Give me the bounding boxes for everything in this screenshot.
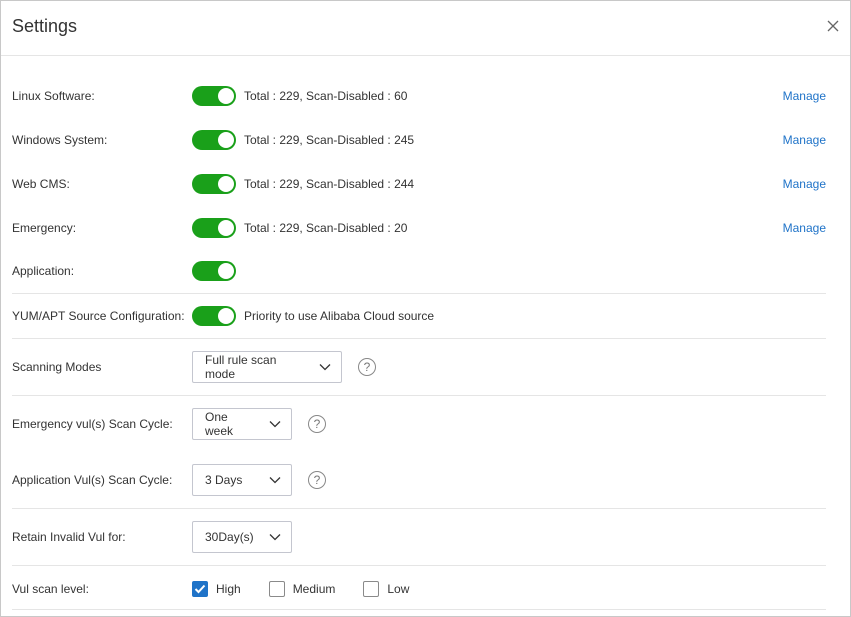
scan-level-medium-label: Medium [292,582,336,596]
application-cycle-select[interactable]: 3 Days [192,464,292,496]
retain-invalid-value: 30Day(s) [205,530,254,544]
scan-level-high-label: High [216,582,241,596]
scan-level-high-checkbox[interactable] [192,581,208,597]
emergency-cycle-value: One week [205,410,234,438]
row-application: Application: [12,260,826,282]
windows-system-manage-link[interactable]: Manage [783,133,826,147]
windows-system-label: Windows System: [12,133,108,147]
application-cycle-help-icon[interactable]: ? [308,471,326,489]
scan-level-high-option[interactable]: High [192,581,241,597]
settings-dialog: Settings Linux Software: Total : 229, Sc… [0,0,851,617]
scan-level-low-label: Low [387,582,410,596]
yum-apt-info: Priority to use Alibaba Cloud source [244,309,435,323]
application-label: Application: [12,264,75,278]
web-cms-control: Total : 229, Scan-Disabled : 244 [192,174,414,194]
linux-software-info: Total : 229, Scan-Disabled : 60 [244,89,408,103]
chevron-down-icon [269,533,281,541]
dialog-header: Settings [1,1,850,56]
scan-level-low-checkbox[interactable] [363,581,380,597]
divider [12,609,826,610]
row-application-cycle: Application Vul(s) Scan Cycle: 3 Days ? [12,464,826,496]
close-button[interactable] [824,17,842,35]
switch-knob [218,308,234,324]
application-control [192,261,236,281]
web-cms-switch[interactable] [192,174,236,194]
switch-knob [218,263,234,279]
application-cycle-value: 3 Days [205,473,243,487]
scanning-modes-control: Full rule scan mode ? [192,351,376,383]
linux-software-label: Linux Software: [12,89,95,103]
scanning-modes-label: Scanning Modes [12,360,102,374]
scanning-modes-value: Full rule scan mode [205,353,277,381]
row-emergency-cycle: Emergency vul(s) Scan Cycle: One week ? [12,408,826,440]
scanning-modes-help-icon[interactable]: ? [358,358,376,376]
emergency-info: Total : 229, Scan-Disabled : 20 [244,221,408,235]
row-retain-invalid: Retain Invalid Vul for: 30Day(s) [12,521,826,553]
application-switch[interactable] [192,261,236,281]
linux-software-switch[interactable] [192,86,236,106]
windows-system-info: Total : 229, Scan-Disabled : 245 [244,133,415,147]
web-cms-info: Total : 229, Scan-Disabled : 244 [244,177,415,191]
row-linux-software: Linux Software: Total : 229, Scan-Disabl… [12,85,826,107]
windows-system-switch[interactable] [192,130,236,150]
row-web-cms: Web CMS: Total : 229, Scan-Disabled : 24… [12,173,826,195]
close-icon [827,20,839,32]
scan-level-label: Vul scan level: [12,582,89,596]
scan-level-options: High Medium Low [192,581,437,597]
retain-invalid-label: Retain Invalid Vul for: [12,530,126,544]
checkmark-icon [194,584,206,594]
chevron-down-icon [269,476,281,484]
divider [12,293,826,294]
scan-level-medium-option[interactable]: Medium [268,581,336,597]
emergency-label: Emergency: [12,221,77,235]
windows-system-control: Total : 229, Scan-Disabled : 245 [192,130,414,150]
dialog-title: Settings [12,16,78,36]
linux-software-control: Total : 229, Scan-Disabled : 60 [192,86,407,106]
application-cycle-control: 3 Days ? [192,464,326,496]
emergency-control: Total : 229, Scan-Disabled : 20 [192,218,407,238]
divider [12,508,826,509]
yum-apt-switch[interactable] [192,306,236,326]
row-emergency: Emergency: Total : 229, Scan-Disabled : … [12,217,826,239]
scanning-modes-select[interactable]: Full rule scan mode [192,351,342,383]
row-scan-level: Vul scan level: High Medium Low [12,578,826,600]
yum-apt-label: YUM/APT Source Configuration: [12,309,185,323]
divider [12,395,826,396]
chevron-down-icon [269,420,281,428]
row-windows-system: Windows System: Total : 229, Scan-Disabl… [12,129,826,151]
emergency-manage-link[interactable]: Manage [783,221,826,235]
emergency-cycle-label: Emergency vul(s) Scan Cycle: [12,417,173,431]
divider [12,338,826,339]
row-scanning-modes: Scanning Modes Full rule scan mode ? [12,351,826,383]
emergency-cycle-select[interactable]: One week [192,408,292,440]
switch-knob [218,132,234,148]
switch-knob [218,220,234,236]
web-cms-label: Web CMS: [12,177,70,191]
emergency-cycle-help-icon[interactable]: ? [308,415,326,433]
emergency-switch[interactable] [192,218,236,238]
emergency-cycle-control: One week ? [192,408,326,440]
yum-apt-control: Priority to use Alibaba Cloud source [192,306,434,326]
chevron-down-icon [319,363,331,371]
linux-software-manage-link[interactable]: Manage [783,89,826,103]
switch-knob [218,88,234,104]
scan-level-low-option[interactable]: Low [363,581,409,597]
divider [12,565,826,566]
scan-level-medium-checkbox[interactable] [268,581,285,597]
retain-invalid-control: 30Day(s) [192,521,292,553]
application-cycle-label: Application Vul(s) Scan Cycle: [12,473,173,487]
row-yum-apt: YUM/APT Source Configuration: Priority t… [12,305,826,327]
web-cms-manage-link[interactable]: Manage [783,177,826,191]
switch-knob [218,176,234,192]
retain-invalid-select[interactable]: 30Day(s) [192,521,292,553]
